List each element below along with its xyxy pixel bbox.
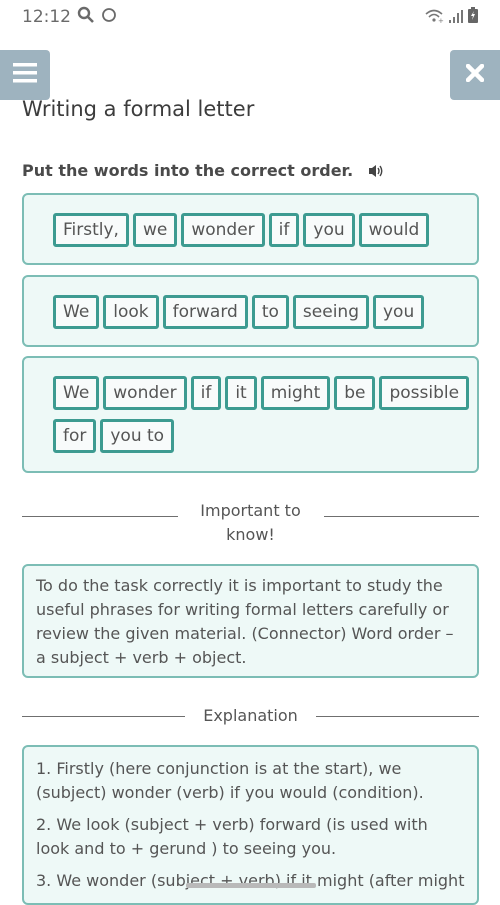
hamburger-menu-icon xyxy=(13,63,37,87)
explanation-item: 1. Firstly (here conjunction is at the s… xyxy=(36,759,424,802)
word-tile[interactable]: to xyxy=(251,295,289,329)
word-tile[interactable]: We xyxy=(53,376,100,410)
menu-button[interactable] xyxy=(0,50,50,100)
page-title: Writing a formal letter xyxy=(22,97,255,121)
word-tile[interactable]: Firstly, xyxy=(53,213,129,247)
important-card: To do the task correctly it is important… xyxy=(22,564,479,678)
circle-icon xyxy=(101,7,117,28)
wifi-icon: + xyxy=(424,8,444,27)
close-button[interactable] xyxy=(450,50,500,100)
word-tile[interactable]: it xyxy=(225,376,257,410)
word-tile[interactable]: we xyxy=(132,213,178,247)
battery-charging-icon xyxy=(468,7,478,27)
speaker-icon[interactable] xyxy=(369,164,385,178)
word-tile[interactable]: wonder xyxy=(181,213,265,247)
word-tile[interactable]: wonder xyxy=(103,376,187,410)
divider-line xyxy=(22,515,178,517)
signal-icon xyxy=(449,8,463,27)
word-tile[interactable]: you to xyxy=(100,419,175,453)
word-list: Firstly, we wonder if you would xyxy=(24,213,477,247)
important-heading: Important to know! xyxy=(200,501,301,544)
status-bar: 12:12 + xyxy=(0,0,500,34)
scroll-indicator[interactable] xyxy=(186,883,316,888)
explanation-item: 2. We look (subject + verb) forward (is … xyxy=(36,815,428,858)
sentence-card-1: Firstly, we wonder if you would xyxy=(22,193,479,265)
explanation-divider: Explanation xyxy=(22,704,480,728)
close-icon xyxy=(465,63,485,86)
word-tile[interactable]: for xyxy=(53,419,97,453)
svg-text:+: + xyxy=(438,17,444,23)
word-tile[interactable]: if xyxy=(268,213,300,247)
word-tile[interactable]: forward xyxy=(162,295,248,329)
divider-line xyxy=(315,715,480,717)
word-tile[interactable]: be xyxy=(334,376,376,410)
word-tile[interactable]: might xyxy=(260,376,331,410)
word-tile[interactable]: possible xyxy=(379,376,470,410)
word-tile[interactable]: We xyxy=(53,295,100,329)
sentence-card-2: We look forward to seeing you xyxy=(22,275,479,347)
search-icon xyxy=(77,6,95,29)
word-tile[interactable]: you xyxy=(373,295,425,329)
explanation-heading: Explanation xyxy=(203,706,298,725)
divider-line xyxy=(323,515,479,517)
explanation-card: 1. Firstly (here conjunction is at the s… xyxy=(22,745,479,905)
word-list: We wonder if it might be possible for yo… xyxy=(24,376,477,453)
word-tile[interactable]: you xyxy=(303,213,355,247)
instruction-text: Put the words into the correct order. xyxy=(22,161,354,180)
word-tile[interactable]: if xyxy=(190,376,222,410)
word-list: We look forward to seeing you xyxy=(24,295,477,329)
word-tile[interactable]: seeing xyxy=(292,295,369,329)
explanation-item: 3. We wonder (subject + verb) if it migh… xyxy=(36,871,465,890)
instruction: Put the words into the correct order. xyxy=(22,161,385,180)
important-text: To do the task correctly it is important… xyxy=(36,576,454,667)
sentence-card-3: We wonder if it might be possible for yo… xyxy=(22,356,479,473)
important-divider: Important to know! xyxy=(22,499,479,547)
word-tile[interactable]: would xyxy=(358,213,430,247)
clock: 12:12 xyxy=(22,7,71,27)
divider-line xyxy=(22,715,186,717)
word-tile[interactable]: look xyxy=(103,295,159,329)
